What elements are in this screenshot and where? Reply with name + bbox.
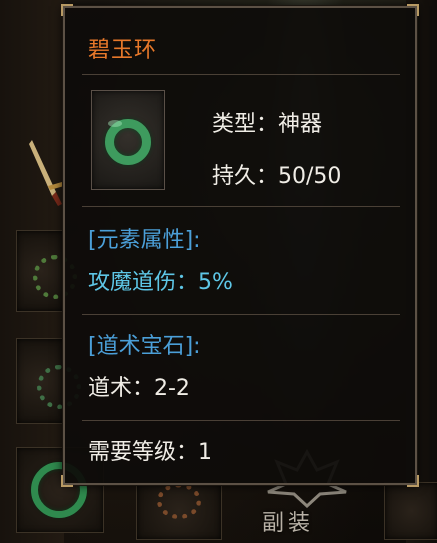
divider — [82, 420, 400, 421]
item-name: 碧玉环 — [88, 38, 158, 63]
deputy-equip-label: 副装 — [262, 511, 315, 536]
divider — [82, 314, 400, 315]
tooltip-corner — [407, 4, 419, 16]
weapon-icon — [29, 140, 64, 206]
divider — [82, 74, 400, 75]
tooltip-corner — [407, 475, 419, 487]
item-icon-frame — [91, 90, 165, 190]
tooltip-corner — [61, 4, 73, 16]
level-requirement: 需要等级：1 — [88, 440, 212, 465]
tooltip-corner — [61, 475, 73, 487]
gem-value: 道术：2-2 — [88, 376, 190, 401]
gem-header: [道术宝石]: — [88, 334, 201, 359]
equipment-slot-extra[interactable] — [384, 482, 437, 540]
divider — [82, 206, 400, 207]
equipment-slot-belt[interactable] — [16, 338, 81, 424]
equipment-slot-bracelet[interactable] — [16, 230, 77, 312]
element-attributes-header: [元素属性]: — [88, 228, 201, 253]
item-type: 类型：神器 — [212, 112, 323, 137]
element-attribute-value: 攻魔道伤：5% — [88, 270, 233, 295]
jade-ring-icon — [105, 119, 151, 165]
item-durability: 持久：50/50 — [212, 164, 342, 189]
equipment-slot-boots[interactable] — [136, 482, 222, 540]
item-tooltip: 碧玉环 类型：神器 持久：50/50 [元素属性]: 攻魔道伤：5% [道术宝石… — [61, 4, 419, 487]
